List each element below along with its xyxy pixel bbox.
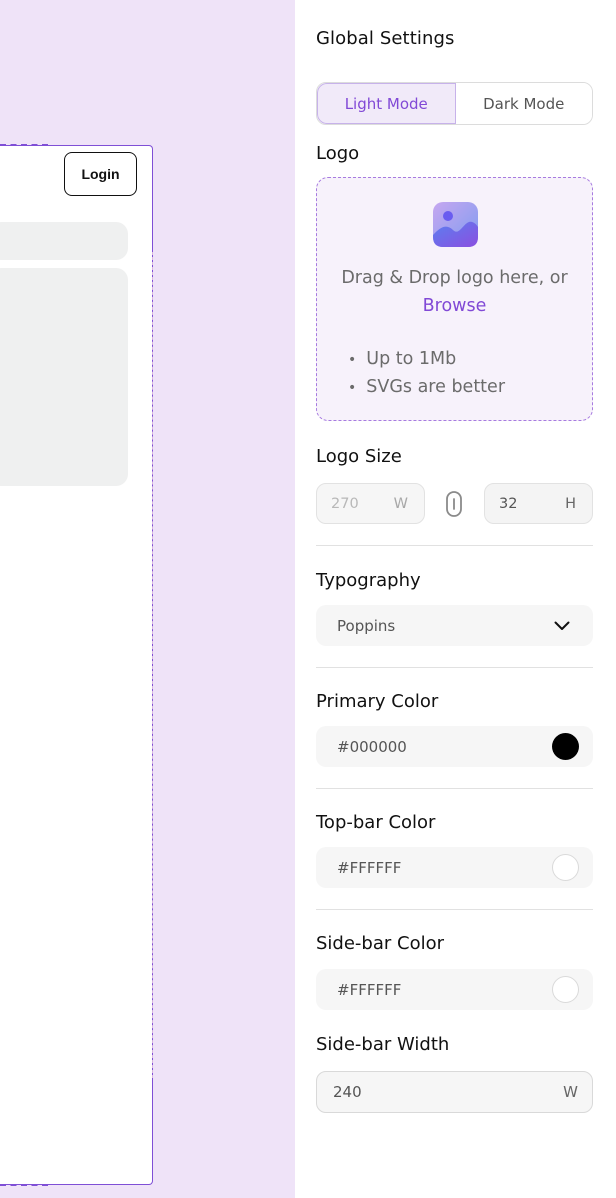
panel-title: Global Settings — [316, 28, 455, 49]
sidebar-color-input[interactable]: #FFFFFF — [316, 969, 593, 1010]
logo-size-label: Logo Size — [316, 446, 402, 467]
typography-select[interactable]: Poppins — [316, 605, 593, 646]
primary-color-input[interactable]: #000000 — [316, 726, 593, 767]
sidebar-width-value: 240 — [333, 1083, 362, 1101]
logo-height-input[interactable]: 32 H — [484, 483, 593, 524]
sidebar-color-value: #FFFFFF — [337, 980, 402, 999]
sidebar-width-label: Side-bar Width — [316, 1034, 450, 1055]
topbar-color-swatch[interactable] — [552, 854, 579, 881]
logo-dropzone[interactable]: Drag & Drop logo here, or Browse Up to 1… — [316, 177, 593, 421]
divider — [316, 909, 593, 910]
logo-width-input[interactable]: 270 W — [316, 483, 425, 524]
logo-height-unit: H — [565, 495, 576, 512]
hint-size-limit: Up to 1Mb — [348, 345, 456, 374]
preview-placeholder-bar — [0, 222, 128, 260]
sidebar-color-label: Side-bar Color — [316, 933, 444, 954]
chevron-down-icon — [554, 621, 570, 630]
sidebar-width-input[interactable]: 240 W — [316, 1071, 593, 1113]
divider — [316, 667, 593, 668]
hint-svg: SVGs are better — [348, 373, 505, 402]
preview-selection-border-bottom — [0, 1184, 48, 1186]
preview-guide-line — [152, 252, 153, 1078]
divider — [316, 545, 593, 546]
dark-mode-button[interactable]: Dark Mode — [455, 83, 592, 124]
light-mode-button[interactable]: Light Mode — [317, 83, 456, 124]
preview-login-button[interactable]: Login — [64, 152, 137, 196]
sidebar-color-swatch[interactable] — [552, 976, 579, 1003]
preview-placeholder-block — [0, 268, 128, 486]
primary-color-value: #000000 — [337, 737, 407, 756]
typography-value: Poppins — [337, 616, 396, 635]
topbar-color-value: #FFFFFF — [337, 858, 402, 877]
browse-link[interactable]: Browse — [317, 292, 592, 320]
topbar-color-input[interactable]: #FFFFFF — [316, 847, 593, 888]
sidebar-width-unit: W — [563, 1083, 578, 1101]
settings-panel: Global Settings Light Mode Dark Mode Log… — [295, 0, 616, 1198]
primary-color-swatch[interactable] — [552, 733, 579, 760]
primary-color-label: Primary Color — [316, 691, 439, 712]
preview-canvas: Login — [0, 0, 295, 1198]
logo-label: Logo — [316, 143, 360, 164]
preview-selection-border-top — [0, 144, 48, 146]
theme-mode-toggle: Light Mode Dark Mode — [316, 82, 593, 125]
link-icon[interactable] — [445, 490, 463, 518]
logo-width-value: 270 — [331, 495, 359, 512]
divider — [316, 788, 593, 789]
logo-height-value: 32 — [499, 495, 518, 512]
dropzone-instructions: Drag & Drop logo here, or — [341, 268, 568, 288]
logo-width-unit: W — [393, 495, 408, 512]
image-icon — [433, 202, 478, 247]
typography-label: Typography — [316, 570, 421, 591]
topbar-color-label: Top-bar Color — [316, 812, 436, 833]
